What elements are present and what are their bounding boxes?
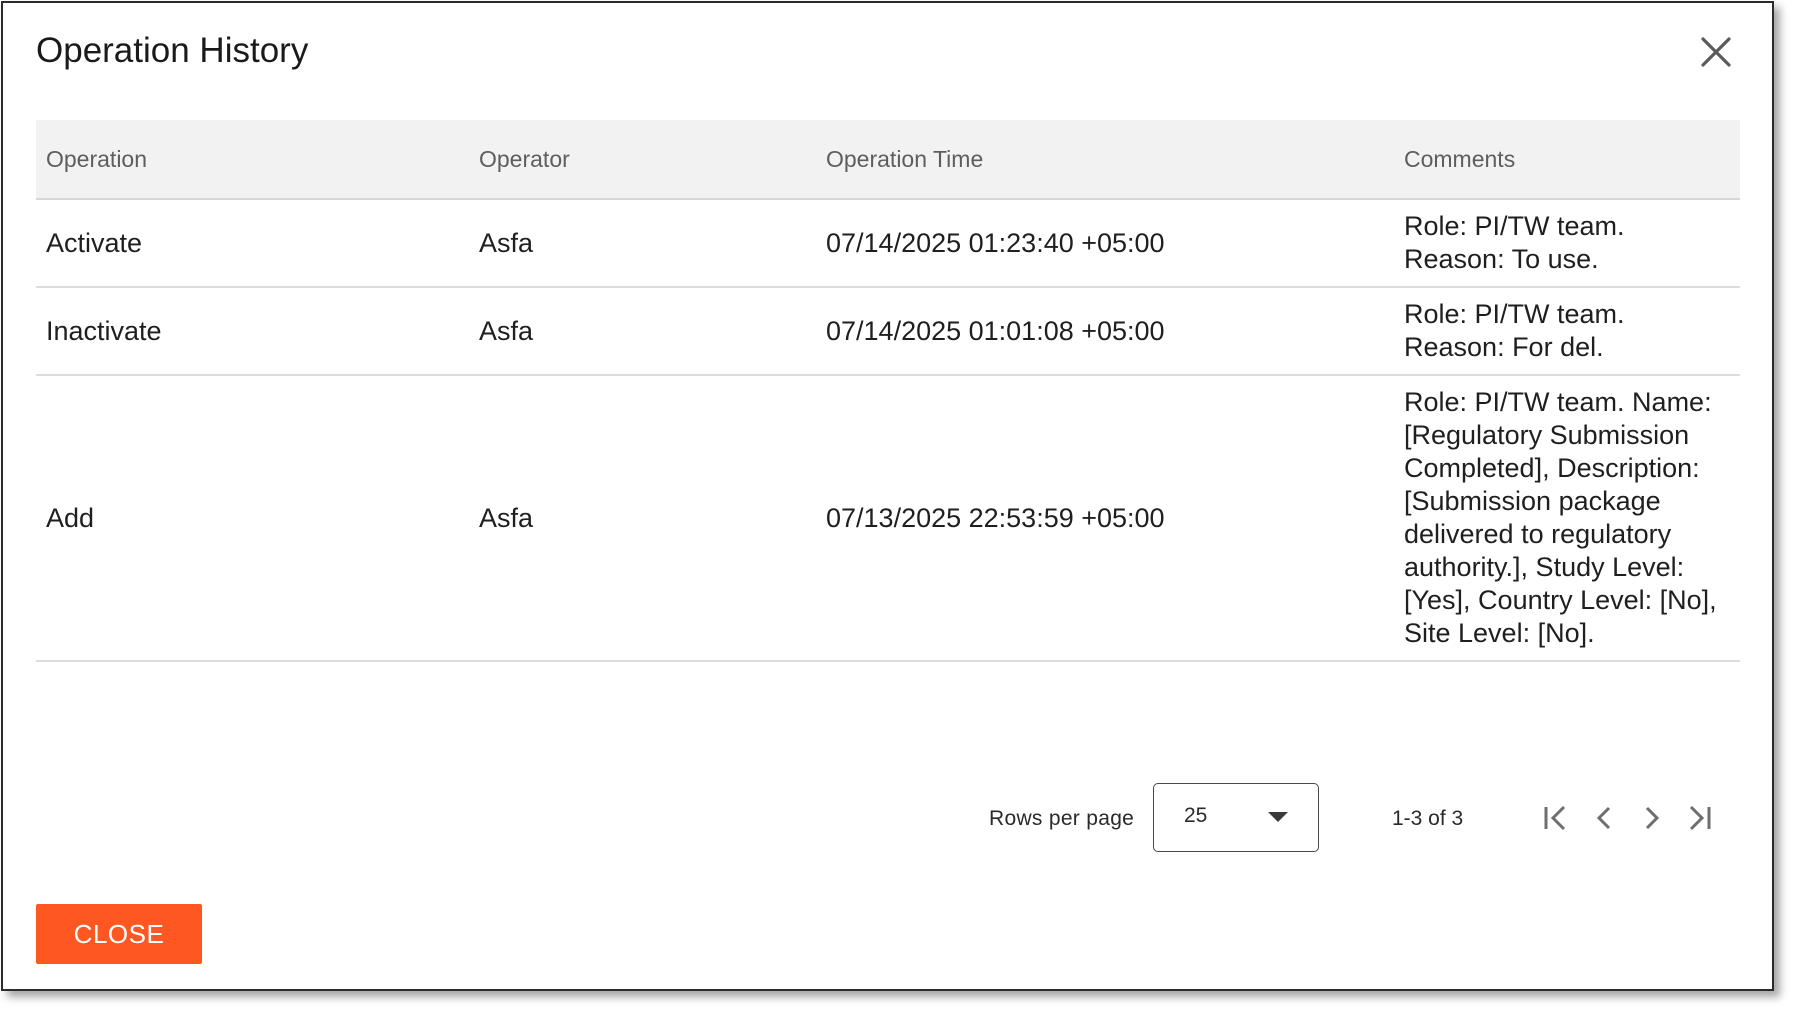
operation-history-dialog: Operation History Operation Operator Ope… [1, 1, 1774, 991]
cell-comments: Role: PI/TW team. Reason: For del. [1394, 287, 1740, 376]
rows-per-page-select[interactable]: 25 [1153, 783, 1319, 852]
operation-history-table: Operation Operator Operation Time Commen… [36, 120, 1740, 662]
rows-per-page-label: Rows per page [989, 807, 1135, 830]
dropdown-arrow-icon [1268, 812, 1288, 822]
pagination-bar: Rows per page 25 1-3 of 3 [3, 783, 1776, 853]
chevron-right-icon[interactable] [1634, 800, 1670, 836]
first-page-icon[interactable] [1537, 800, 1573, 836]
column-header-comments[interactable]: Comments [1394, 120, 1740, 200]
cell-operation: Activate [36, 199, 469, 288]
table-header-row: Operation Operator Operation Time Commen… [36, 120, 1740, 200]
column-header-operation[interactable]: Operation [36, 120, 469, 200]
column-header-operation-time[interactable]: Operation Time [816, 120, 1394, 200]
table-row: Inactivate Asfa 07/14/2025 01:01:08 +05:… [36, 287, 1740, 376]
last-page-icon[interactable] [1682, 800, 1718, 836]
page-range-text: 1-3 of 3 [1392, 807, 1464, 830]
chevron-left-icon[interactable] [1586, 800, 1622, 836]
cell-operation-time: 07/13/2025 22:53:59 +05:00 [816, 375, 1394, 662]
cell-operation: Add [36, 375, 469, 662]
cell-operation-time: 07/14/2025 01:01:08 +05:00 [816, 287, 1394, 376]
rows-per-page-value: 25 [1184, 804, 1208, 827]
dialog-title: Operation History [36, 31, 309, 70]
cell-operation: Inactivate [36, 287, 469, 376]
table-row: Add Asfa 07/13/2025 22:53:59 +05:00 Role… [36, 375, 1740, 662]
cell-operator: Asfa [469, 287, 816, 376]
cell-operator: Asfa [469, 375, 816, 662]
table-row: Activate Asfa 07/14/2025 01:23:40 +05:00… [36, 199, 1740, 288]
cell-comments: Role: PI/TW team. Name: [Regulatory Subm… [1394, 375, 1740, 662]
page: Operation History Operation Operator Ope… [0, 0, 1796, 1014]
column-header-operator[interactable]: Operator [469, 120, 816, 200]
cell-comments: Role: PI/TW team. Reason: To use. [1394, 199, 1740, 288]
cell-operation-time: 07/14/2025 01:23:40 +05:00 [816, 199, 1394, 288]
close-button[interactable]: CLOSE [36, 904, 202, 964]
cell-operator: Asfa [469, 199, 816, 288]
close-icon[interactable] [1698, 34, 1734, 70]
